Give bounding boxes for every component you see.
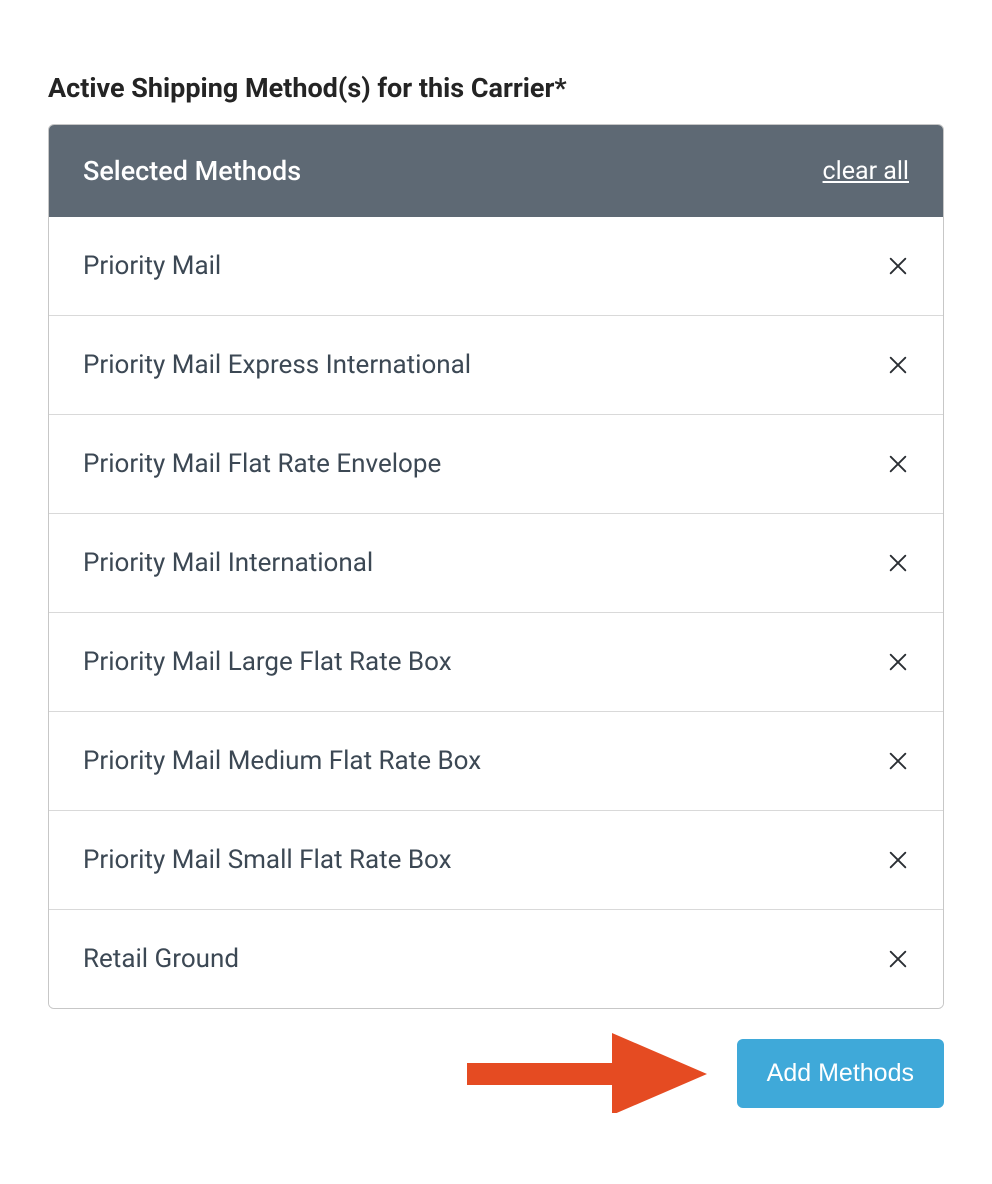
- list-item: Priority Mail Flat Rate Envelope: [49, 414, 943, 513]
- list-item: Priority Mail Large Flat Rate Box: [49, 612, 943, 711]
- close-icon[interactable]: [887, 849, 909, 871]
- close-icon[interactable]: [887, 255, 909, 277]
- close-icon[interactable]: [887, 354, 909, 376]
- arrow-right-icon: [467, 1033, 707, 1113]
- list-item: Priority Mail: [49, 217, 943, 315]
- close-icon[interactable]: [887, 948, 909, 970]
- list-item-label: Priority Mail Small Flat Rate Box: [83, 845, 452, 875]
- list-item-label: Priority Mail Medium Flat Rate Box: [83, 746, 481, 776]
- list-item: Priority Mail Medium Flat Rate Box: [49, 711, 943, 810]
- list-item-label: Priority Mail Flat Rate Envelope: [83, 449, 441, 479]
- section-title: Active Shipping Method(s) for this Carri…: [48, 72, 944, 104]
- list-item-label: Retail Ground: [83, 944, 239, 974]
- list-item: Retail Ground: [49, 909, 943, 1008]
- close-icon[interactable]: [887, 552, 909, 574]
- list-item-label: Priority Mail International: [83, 548, 373, 578]
- close-icon[interactable]: [887, 453, 909, 475]
- list-item-label: Priority Mail Large Flat Rate Box: [83, 647, 452, 677]
- panel-header-title: Selected Methods: [83, 155, 301, 187]
- list-item-label: Priority Mail: [83, 251, 221, 281]
- list-item: Priority Mail Express International: [49, 315, 943, 414]
- close-icon[interactable]: [887, 651, 909, 673]
- panel-header: Selected Methods clear all: [49, 125, 943, 217]
- list-item: Priority Mail Small Flat Rate Box: [49, 810, 943, 909]
- list-item-label: Priority Mail Express International: [83, 350, 471, 380]
- close-icon[interactable]: [887, 750, 909, 772]
- clear-all-link[interactable]: clear all: [823, 157, 909, 186]
- add-methods-button[interactable]: Add Methods: [737, 1039, 944, 1108]
- footer-row: Add Methods: [48, 1033, 944, 1113]
- selected-methods-list: Priority Mail Priority Mail Express Inter…: [49, 217, 943, 1008]
- selected-methods-panel: Selected Methods clear all Priority Mail…: [48, 124, 944, 1009]
- list-item: Priority Mail International: [49, 513, 943, 612]
